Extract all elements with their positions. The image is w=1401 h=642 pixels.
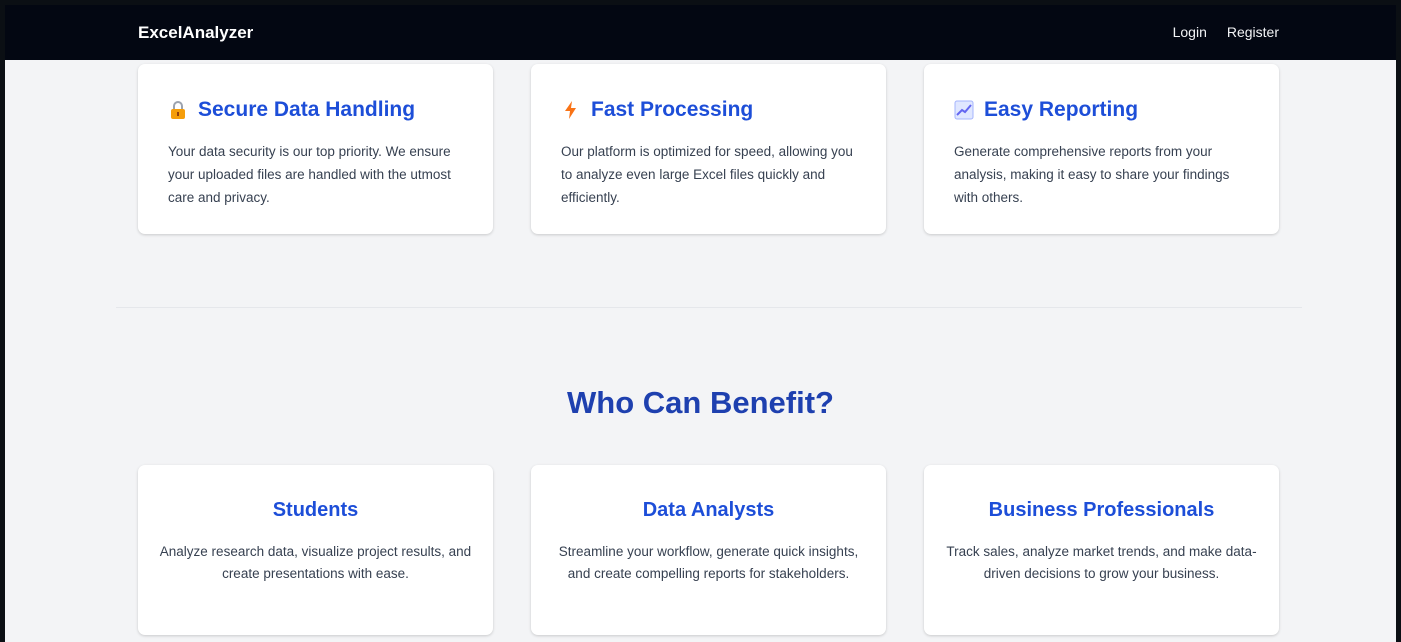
feature-title: Easy Reporting: [984, 98, 1139, 121]
register-link[interactable]: Register: [1227, 24, 1279, 40]
section-divider: [116, 307, 1302, 308]
benefit-heading: Who Can Benefit?: [567, 385, 834, 420]
feature-title-row: Fast Processing: [561, 98, 753, 122]
feature-description: Your data security is our top priority. …: [168, 144, 451, 205]
benefit-card-students: Students Analyze research data, visualiz…: [138, 465, 493, 635]
benefit-card-business: Business Professionals Track sales, anal…: [924, 465, 1279, 635]
chart-icon: [954, 100, 974, 120]
lock-icon: [168, 100, 188, 120]
login-link[interactable]: Login: [1173, 24, 1207, 40]
benefit-title: Business Professionals: [988, 499, 1215, 521]
feature-card-fast: Fast Processing Our platform is optimize…: [531, 64, 886, 234]
benefit-description: Track sales, analyze market trends, and …: [946, 544, 1257, 581]
feature-description: Our platform is optimized for speed, all…: [561, 144, 853, 205]
navbar: ExcelAnalyzer Login Register: [5, 5, 1396, 60]
feature-description: Generate comprehensive reports from your…: [954, 144, 1230, 205]
benefit-card-data-analysts: Data Analysts Streamline your workflow, …: [531, 465, 886, 635]
feature-title-row: Secure Data Handling: [168, 98, 415, 122]
nav-links: Login Register: [1173, 24, 1279, 40]
benefit-description: Analyze research data, visualize project…: [159, 544, 472, 581]
feature-title: Fast Processing: [591, 98, 754, 121]
brand-logo-text[interactable]: ExcelAnalyzer: [138, 23, 253, 43]
lightning-icon: [561, 100, 581, 120]
feature-title-row: Easy Reporting: [954, 98, 1138, 122]
benefit-title: Data Analysts: [642, 499, 775, 521]
page: ExcelAnalyzer Login Register Secure Data…: [5, 5, 1396, 642]
benefit-title: Students: [272, 499, 359, 521]
feature-title: Secure Data Handling: [198, 98, 416, 121]
feature-card-secure: Secure Data Handling Your data security …: [138, 64, 493, 234]
feature-card-reporting: Easy Reporting Generate comprehensive re…: [924, 64, 1279, 234]
benefit-description: Streamline your workflow, generate quick…: [558, 544, 859, 581]
